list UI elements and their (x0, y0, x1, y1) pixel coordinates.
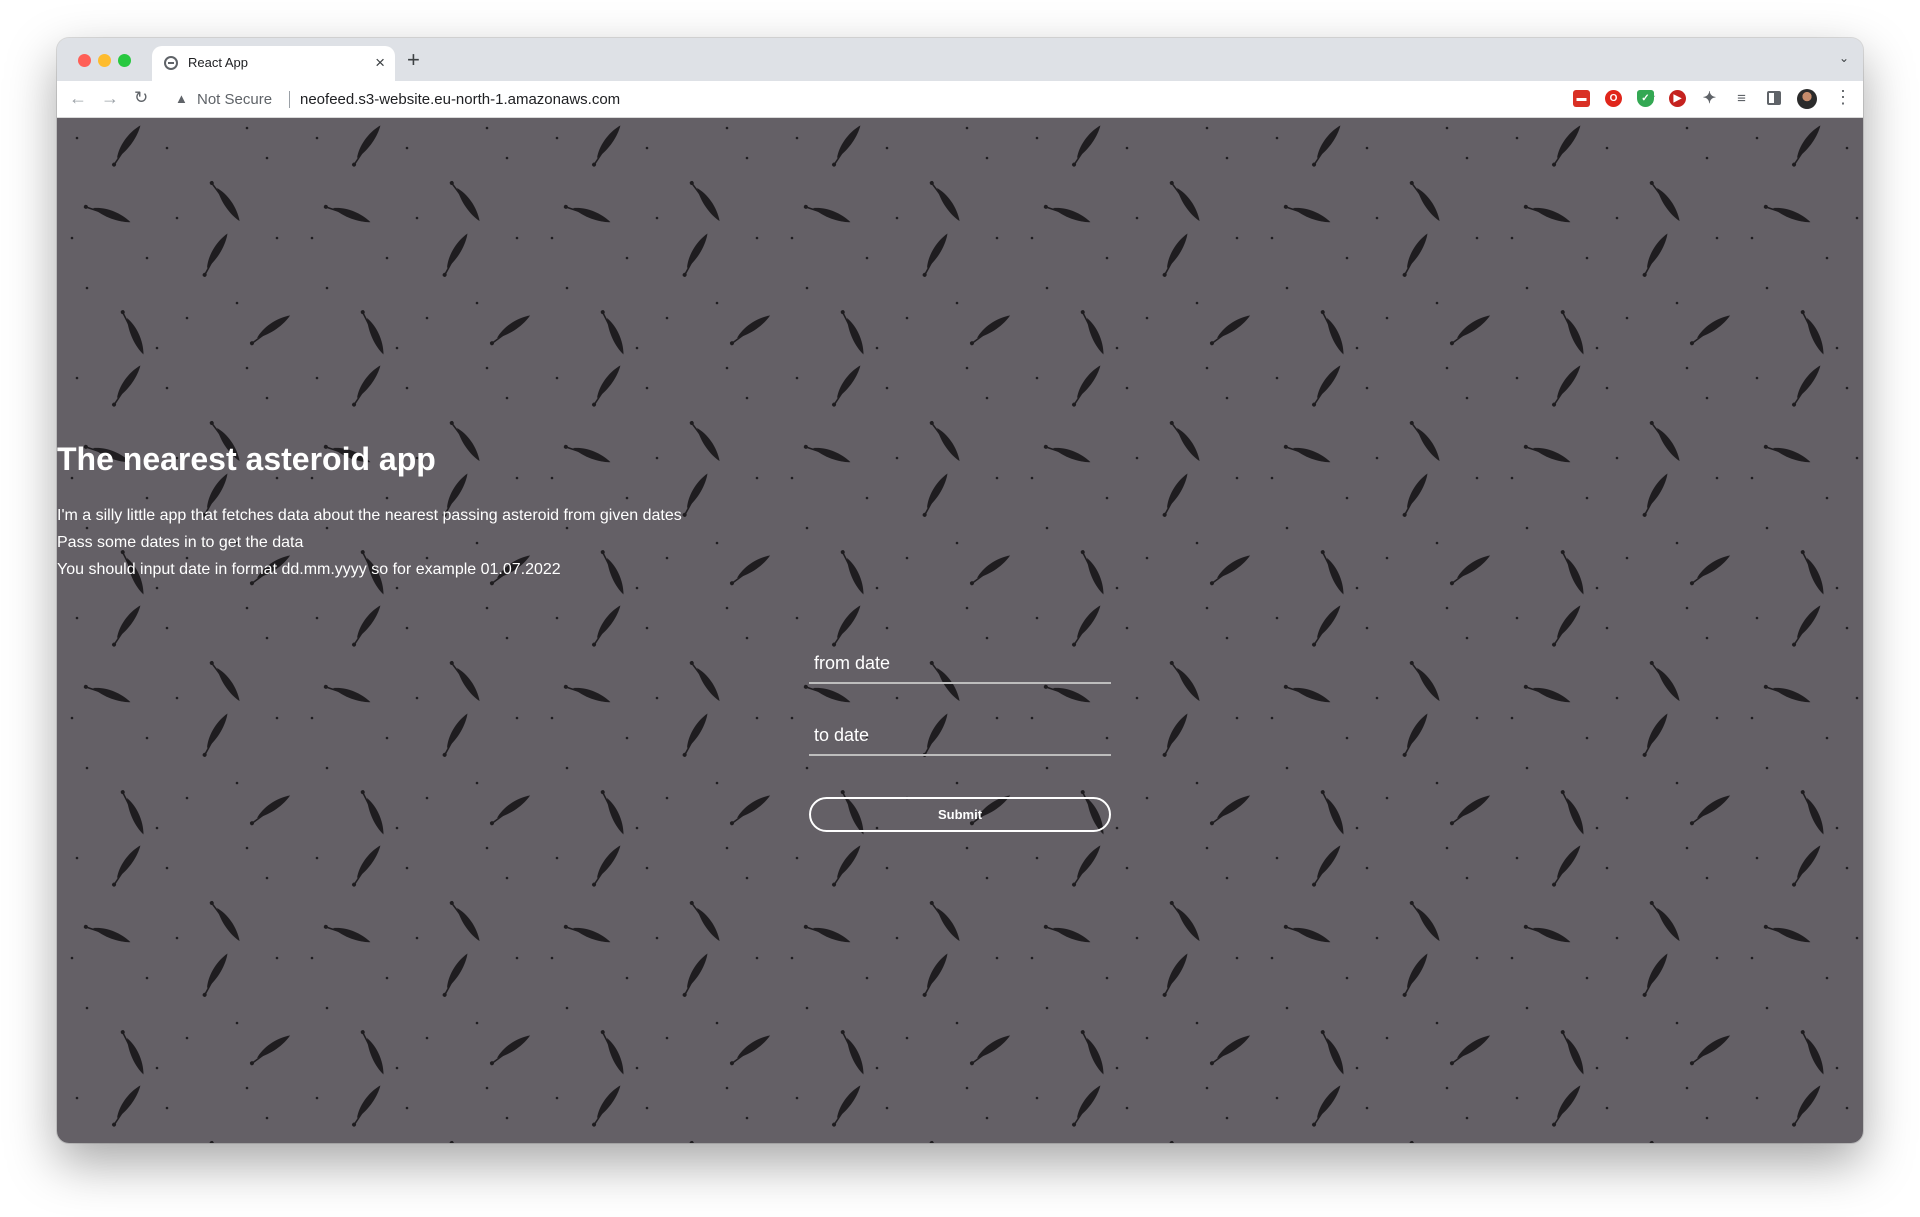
puzzle-icon[interactable]: ✦ (1701, 90, 1718, 107)
profile-avatar[interactable] (1797, 89, 1817, 109)
back-button[interactable]: ← (69, 87, 87, 109)
address-bar[interactable]: ▲ Not Secure neofeed.s3-website.eu-north… (165, 84, 1656, 114)
side-panel-icon[interactable] (1767, 91, 1781, 105)
security-label[interactable]: Not Secure (197, 91, 272, 108)
browser-window: React App × + ⌄ ← → ↻ ▲ Not Secure neofe… (57, 38, 1863, 1143)
new-tab-button[interactable]: + (407, 49, 420, 71)
opera-icon[interactable]: O (1605, 90, 1622, 107)
chevron-down-icon[interactable]: ⌄ (1839, 51, 1849, 65)
feather-pattern-background (57, 118, 1863, 1143)
to-date-input[interactable] (809, 716, 1111, 756)
queue-icon[interactable]: ≡ (1733, 90, 1750, 107)
from-date-input[interactable] (809, 644, 1111, 684)
description-line: I'm a silly little app that fetches data… (57, 507, 682, 524)
tab-react-app[interactable]: React App × (152, 46, 395, 81)
page-title: The nearest asteroid app (57, 441, 436, 477)
description-line: You should input date in format dd.mm.yy… (57, 561, 561, 578)
reload-button[interactable]: ↻ (134, 87, 148, 109)
url-text[interactable]: neofeed.s3-website.eu-north-1.amazonaws.… (300, 91, 620, 108)
globe-icon (164, 56, 178, 70)
shield-icon[interactable]: ✓ (1637, 90, 1654, 107)
page-content: The nearest asteroid app I'm a silly lit… (57, 118, 1863, 1143)
browser-toolbar: ← → ↻ ▲ Not Secure neofeed.s3-website.eu… (57, 81, 1863, 118)
description-line: Pass some dates in to get the data (57, 534, 304, 551)
warning-icon[interactable]: ▲ (175, 91, 188, 106)
divider (289, 91, 290, 108)
window-maximize-button[interactable] (118, 54, 131, 67)
window-close-button[interactable] (78, 54, 91, 67)
red-ext-icon[interactable]: ▬ (1573, 90, 1590, 107)
play-icon[interactable]: ▶ (1669, 90, 1686, 107)
menu-icon[interactable]: ⋮ (1834, 87, 1852, 107)
window-minimize-button[interactable] (98, 54, 111, 67)
tab-close-icon[interactable]: × (375, 53, 385, 73)
forward-button[interactable]: → (101, 87, 119, 109)
tab-title: React App (188, 55, 248, 70)
tab-strip: React App × + ⌄ (57, 38, 1863, 81)
submit-button[interactable]: Submit (809, 797, 1111, 832)
